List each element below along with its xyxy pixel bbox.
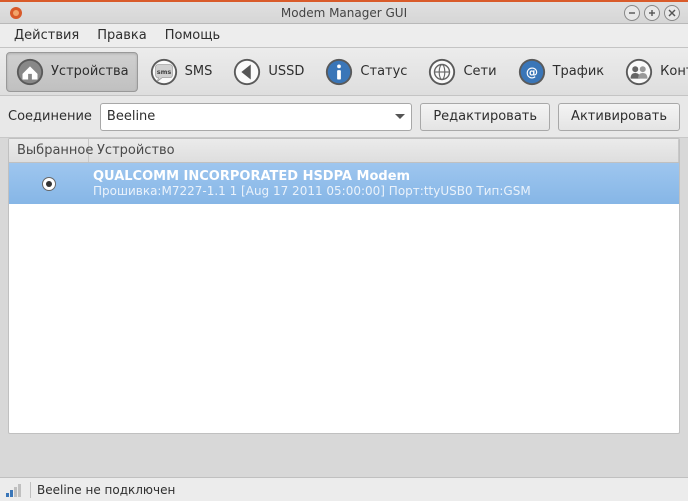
menu-help[interactable]: Помощь: [157, 26, 228, 45]
tab-label: Статус: [360, 64, 407, 79]
tab-label: Сети: [463, 64, 496, 79]
home-icon: [15, 57, 45, 87]
signal-icon: [6, 483, 24, 497]
globe-icon: [427, 57, 457, 87]
window-title: Modem Manager GUI: [0, 6, 688, 20]
tab-label: USSD: [268, 64, 304, 79]
device-info: Прошивка:M7227-1.1 1 [Aug 17 2011 05:00:…: [93, 184, 675, 198]
list-header: Выбранное Устройство: [9, 139, 679, 163]
menu-actions[interactable]: Действия: [6, 26, 87, 45]
svg-text:@: @: [525, 65, 537, 79]
connection-label: Соединение: [8, 109, 92, 124]
tab-status[interactable]: Статус: [315, 52, 416, 92]
status-text: Beeline не подключен: [37, 483, 175, 497]
window-controls: [624, 5, 680, 21]
tab-ussd[interactable]: USSD: [223, 52, 313, 92]
ussd-icon: [232, 57, 262, 87]
info-icon: [324, 57, 354, 87]
toolbar: Устройства sms SMS USSD Статус Сети @ Тр…: [0, 48, 688, 96]
device-list: Выбранное Устройство QUALCOMM INCORPORAT…: [8, 138, 680, 434]
radio-selected[interactable]: [42, 177, 56, 191]
device-name: QUALCOMM INCORPORATED HSDPA Modem: [93, 169, 675, 184]
minimize-button[interactable]: [624, 5, 640, 21]
device-cell: QUALCOMM INCORPORATED HSDPA Modem Прошив…: [89, 163, 679, 204]
tab-label: Трафик: [553, 64, 605, 79]
menu-edit[interactable]: Правка: [89, 26, 154, 45]
tab-devices[interactable]: Устройства: [6, 52, 138, 92]
tab-label: Устройства: [51, 64, 129, 79]
tab-contacts[interactable]: Контакты: [615, 52, 688, 92]
app-icon: [8, 5, 24, 21]
connection-value: Beeline: [107, 109, 155, 124]
contacts-icon: [624, 57, 654, 87]
traffic-icon: @: [517, 57, 547, 87]
chevron-down-icon: [395, 114, 405, 119]
statusbar: Beeline не подключен: [0, 477, 688, 501]
tab-sms[interactable]: sms SMS: [140, 52, 222, 92]
svg-text:sms: sms: [156, 67, 171, 75]
titlebar: Modem Manager GUI: [0, 0, 688, 24]
activate-button[interactable]: Активировать: [558, 103, 680, 131]
maximize-button[interactable]: [644, 5, 660, 21]
edit-button[interactable]: Редактировать: [420, 103, 550, 131]
header-selected[interactable]: Выбранное: [9, 139, 89, 162]
separator: [30, 482, 31, 498]
selected-cell: [9, 163, 89, 204]
tab-traffic[interactable]: @ Трафик: [508, 52, 614, 92]
close-button[interactable]: [664, 5, 680, 21]
tab-nets[interactable]: Сети: [418, 52, 505, 92]
header-device[interactable]: Устройство: [89, 139, 679, 162]
tab-label: Контакты: [660, 64, 688, 79]
sms-icon: sms: [149, 57, 179, 87]
connection-combo[interactable]: Beeline: [100, 103, 412, 131]
connection-row: Соединение Beeline Редактировать Активир…: [0, 96, 688, 138]
list-item[interactable]: QUALCOMM INCORPORATED HSDPA Modem Прошив…: [9, 163, 679, 204]
tab-label: SMS: [185, 64, 213, 79]
menubar: Действия Правка Помощь: [0, 24, 688, 48]
